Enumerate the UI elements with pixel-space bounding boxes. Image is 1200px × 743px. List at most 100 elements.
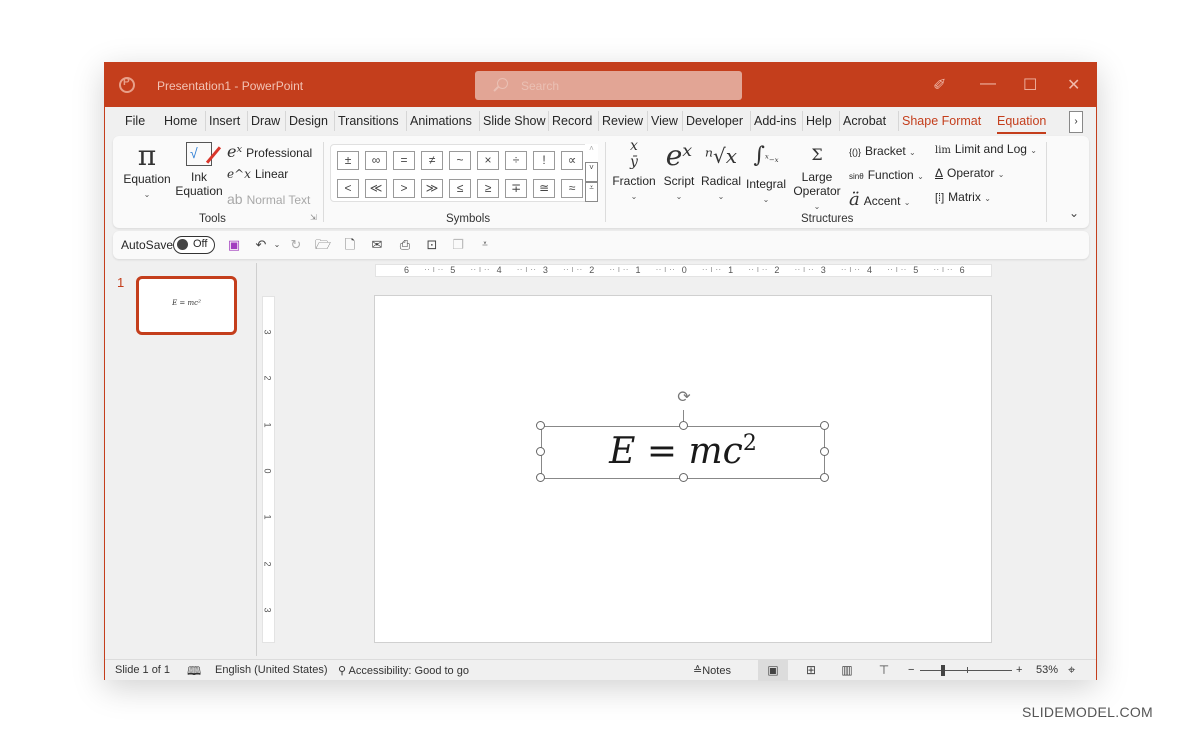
symbol-button[interactable]: =	[393, 151, 415, 170]
spelling-check-icon[interactable]: 🕮	[187, 662, 201, 683]
tab-draw[interactable]: Draw	[246, 111, 280, 131]
professional-button[interactable]: eˣ Professional	[227, 142, 312, 161]
zoom-out-button[interactable]: −	[908, 664, 914, 676]
resize-handle-bottom[interactable]	[679, 473, 688, 482]
autosave-toggle[interactable]: Off	[173, 236, 215, 254]
function-button[interactable]: sinθ Function ⌄	[849, 168, 924, 182]
tab-help[interactable]: Help	[802, 111, 832, 131]
collapse-ribbon-icon[interactable]: ⌄	[1069, 206, 1079, 220]
slide-show-view-button[interactable]: ⊤	[869, 660, 899, 681]
email-icon[interactable]: ✉	[369, 237, 385, 253]
fraction-button[interactable]: xȳ Fraction ⌄	[610, 138, 658, 204]
symbol-button[interactable]: ∞	[365, 151, 387, 170]
slide-thumbnail[interactable]: E = mc²	[136, 276, 237, 335]
search-input[interactable]: Search	[475, 71, 742, 100]
notes-button[interactable]: ≙Notes	[693, 664, 731, 677]
symbol-button[interactable]: ÷	[505, 151, 527, 170]
zoom-level[interactable]: 53%	[1036, 664, 1058, 676]
customize-qat-icon[interactable]: ⩡	[477, 237, 493, 253]
tab-file[interactable]: File	[125, 114, 145, 128]
resize-handle-top-right[interactable]	[820, 421, 829, 430]
large-operator-button[interactable]: Σ Large Operator ⌄	[789, 140, 845, 214]
accessibility-status[interactable]: ⚲ Accessibility: Good to go	[338, 664, 469, 677]
slide-sorter-view-button[interactable]: ⊞	[796, 660, 826, 681]
close-button[interactable]: ✕	[1067, 75, 1080, 95]
symbol-button[interactable]: !	[533, 151, 555, 170]
gallery-scroll-down-button[interactable]: ˅	[585, 162, 598, 182]
equation-textbox[interactable]: ⟳ E = mc2	[536, 389, 829, 482]
resize-handle-bottom-left[interactable]	[536, 473, 545, 482]
rotate-handle-icon[interactable]: ⟳	[675, 389, 693, 407]
tab-design[interactable]: Design	[285, 111, 328, 131]
gallery-scroll-up-button[interactable]: ˄	[585, 144, 598, 162]
resize-handle-left[interactable]	[536, 447, 545, 456]
operator-button[interactable]: Δ Operator ⌄	[935, 166, 1004, 180]
tab-slide-show[interactable]: Slide Show	[479, 111, 546, 131]
zoom-slider[interactable]	[920, 670, 1012, 671]
resize-handle-top-left[interactable]	[536, 421, 545, 430]
tab-shape-format[interactable]: Shape Format	[897, 111, 981, 131]
bracket-button[interactable]: {()} Bracket ⌄	[849, 144, 916, 158]
fit-to-window-icon[interactable]: ⌖	[1068, 662, 1075, 678]
symbol-button[interactable]: ≤	[449, 179, 471, 198]
undo-dropdown-icon[interactable]: ⌄	[269, 237, 285, 253]
resize-handle-bottom-right[interactable]	[820, 473, 829, 482]
symbol-button[interactable]: ≅	[533, 179, 555, 198]
tab-animations[interactable]: Animations	[406, 111, 472, 131]
symbol-button[interactable]: ∓	[505, 179, 527, 198]
maximize-button[interactable]: ☐	[1023, 75, 1037, 95]
script-button[interactable]: eˣ Script ⌄	[658, 138, 700, 204]
limit-and-log-button[interactable]: lim Limit and Log ⌄	[935, 142, 1037, 156]
tab-review[interactable]: Review	[598, 111, 643, 131]
open-folder-icon[interactable]: 🗁	[315, 237, 331, 253]
tab-acrobat[interactable]: Acrobat	[838, 111, 886, 131]
duplicate-icon[interactable]: ❐	[450, 237, 466, 253]
symbol-button[interactable]: ±	[337, 151, 359, 170]
redo-icon[interactable]: ↻	[288, 237, 304, 253]
symbol-button[interactable]: ≫	[421, 179, 443, 198]
symbol-button[interactable]: ≠	[421, 151, 443, 170]
equation-text[interactable]: E = mc2	[542, 431, 824, 472]
tab-home[interactable]: Home	[164, 114, 197, 128]
matrix-button[interactable]: [⁞] Matrix ⌄	[935, 190, 991, 204]
tab-equation[interactable]: Equation	[997, 114, 1047, 134]
pen-icon[interactable]: ✐	[933, 75, 946, 95]
resize-handle-top[interactable]	[679, 421, 688, 430]
tab-developer[interactable]: Developer	[682, 111, 743, 131]
zoom-in-button[interactable]: +	[1016, 664, 1022, 676]
tab-scroll-right-button[interactable]: ›	[1069, 111, 1083, 133]
integral-button[interactable]: ∫ˣ₋ₓ Integral ⌄	[743, 138, 789, 207]
tab-transitions[interactable]: Transitions	[334, 111, 399, 131]
zoom-slider-thumb[interactable]	[941, 665, 945, 676]
symbol-button[interactable]: ≪	[365, 179, 387, 198]
tab-view[interactable]: View	[647, 111, 678, 131]
resize-handle-right[interactable]	[820, 447, 829, 456]
radical-button[interactable]: ⁿ√x Radical ⌄	[698, 138, 744, 204]
minimize-button[interactable]: —	[980, 75, 996, 93]
language-status[interactable]: English (United States)	[215, 664, 328, 676]
print-icon[interactable]: ⎙	[397, 237, 413, 253]
pane-splitter[interactable]	[256, 263, 257, 656]
normal-view-button[interactable]: ▣	[758, 660, 788, 681]
symbol-button[interactable]: ≥	[477, 179, 499, 198]
symbol-button[interactable]: ~	[449, 151, 471, 170]
normal-text-button[interactable]: ab Normal Text	[227, 191, 310, 207]
tab-insert[interactable]: Insert	[204, 111, 240, 131]
dialog-launcher-icon[interactable]: ⇲	[310, 213, 317, 222]
present-icon[interactable]: ⊡	[424, 237, 440, 253]
symbol-button[interactable]: ∝	[561, 151, 583, 170]
tab-add-ins[interactable]: Add-ins	[749, 111, 796, 131]
symbol-button[interactable]: ×	[477, 151, 499, 170]
linear-button[interactable]: e^x Linear	[227, 167, 288, 181]
accent-button[interactable]: ä Accent ⌄	[849, 189, 910, 210]
symbol-button[interactable]: ≈	[561, 179, 583, 198]
new-document-icon[interactable]: 🗋	[342, 237, 358, 253]
ink-equation-button[interactable]: √ Ink Equation	[175, 142, 223, 198]
undo-icon[interactable]: ↶	[253, 237, 269, 253]
reading-view-button[interactable]: ▥	[832, 660, 862, 681]
symbol-button[interactable]: <	[337, 179, 359, 198]
slide-info[interactable]: Slide 1 of 1	[115, 664, 170, 676]
symbol-button[interactable]: >	[393, 179, 415, 198]
equation-button[interactable]: π Equation ⌄	[117, 140, 177, 202]
gallery-expand-button[interactable]: ⩡	[585, 182, 598, 202]
